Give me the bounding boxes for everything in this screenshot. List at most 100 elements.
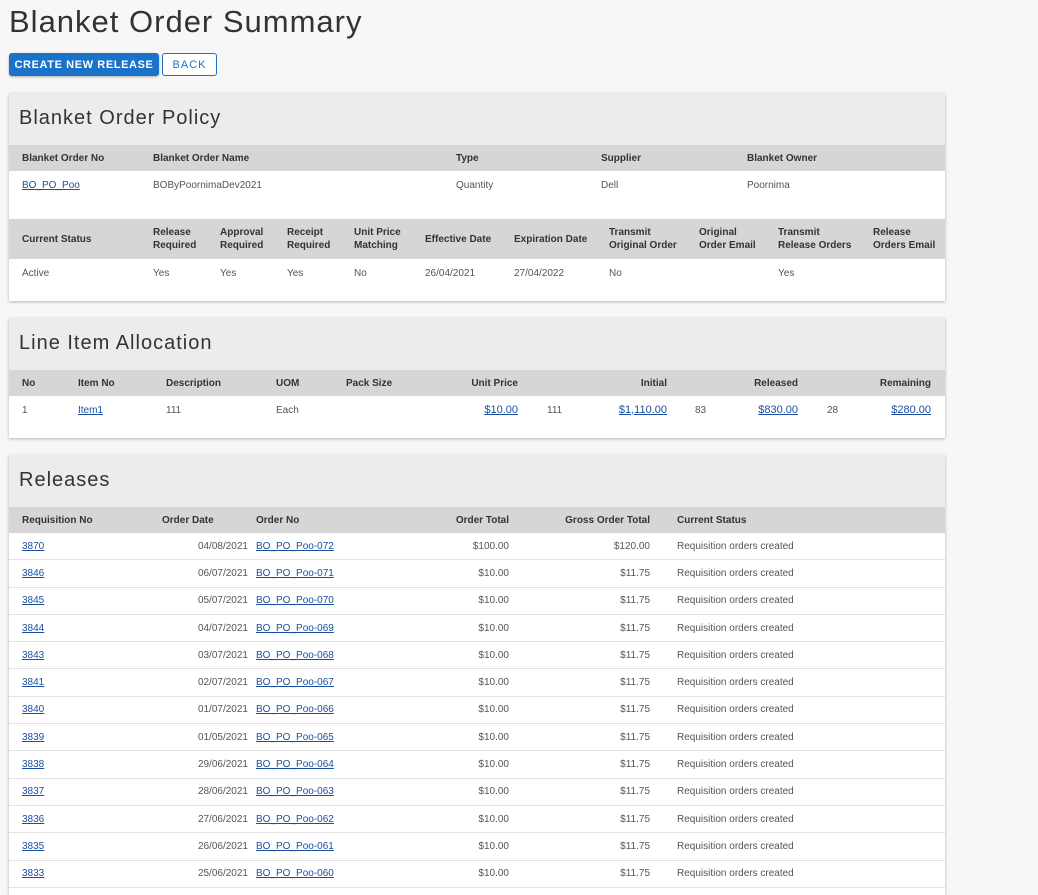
current-status: Requisition orders created xyxy=(677,704,794,716)
order-no-link[interactable]: BO_PO_Poo-072 xyxy=(254,540,336,553)
col-gross-order-total: Gross Order Total xyxy=(565,514,650,526)
col-pack-size: Pack Size xyxy=(346,377,393,389)
table-row: 3844 04/07/2021 BO_PO_Poo-069 $10.00 $11.75 R… xyxy=(9,615,945,643)
released-amount-link[interactable]: $830.00 xyxy=(756,404,800,417)
released-qty: 83 xyxy=(695,404,707,416)
description-value: 111 xyxy=(166,404,182,416)
order-no-link[interactable]: BO_PO_Poo-070 xyxy=(254,594,336,607)
order-total: $10.00 xyxy=(478,731,509,743)
requisition-no-link[interactable]: 3840 xyxy=(20,703,46,716)
gross-order-total: $11.75 xyxy=(620,759,650,771)
item-no-link[interactable]: Item1 xyxy=(76,404,105,417)
gross-order-total: $11.75 xyxy=(620,731,650,743)
col-unit-price-matching: Unit Price Matching xyxy=(352,226,403,252)
gross-order-total: $11.75 xyxy=(620,704,650,716)
page-title: Blanket Order Summary xyxy=(9,4,363,39)
order-no-link[interactable]: BO_PO_Poo-066 xyxy=(254,703,336,716)
col-transmit-original-l1: Transmit xyxy=(609,227,651,238)
col-approval-required-l1: Approval xyxy=(220,227,264,238)
col-type: Type xyxy=(456,152,479,164)
col-order-no: Order No xyxy=(256,514,300,526)
gross-order-total: $11.75 xyxy=(620,649,650,661)
gross-order-total: $11.75 xyxy=(620,595,650,607)
table-row: 3841 02/07/2021 BO_PO_Poo-067 $10.00 $11.75 R… xyxy=(9,669,945,697)
order-no-link[interactable]: BO_PO_Poo-063 xyxy=(254,785,336,798)
line-no: 1 xyxy=(22,404,28,416)
col-current-status: Current Status xyxy=(22,233,92,245)
order-date: 28/06/2021 xyxy=(197,786,248,798)
requisition-no-link[interactable]: 3833 xyxy=(20,867,46,880)
releases-table-body: 3870 04/08/2021 BO_PO_Poo-072 $100.00 $120.0… xyxy=(9,533,945,888)
order-total: $10.00 xyxy=(478,622,509,634)
supplier-value: Dell xyxy=(601,180,619,191)
transmit-release-value: Yes xyxy=(778,267,795,279)
col-blanket-owner: Blanket Owner xyxy=(747,152,818,164)
effective-date-value: 26/04/2021 xyxy=(425,267,476,279)
col-blanket-order-no: Blanket Order No xyxy=(22,152,105,164)
requisition-no-link[interactable]: 3845 xyxy=(20,594,46,607)
release-required-value: Yes xyxy=(153,267,170,279)
gross-order-total: $11.75 xyxy=(620,868,650,880)
approval-required-value: Yes xyxy=(220,267,237,279)
gross-order-total: $11.75 xyxy=(620,813,650,825)
current-status: Requisition orders created xyxy=(677,622,794,634)
order-no-link[interactable]: BO_PO_Poo-067 xyxy=(254,676,336,689)
order-no-link[interactable]: BO_PO_Poo-065 xyxy=(254,731,336,744)
create-new-release-button[interactable]: CREATE NEW RELEASE xyxy=(9,53,159,76)
order-total: $10.00 xyxy=(478,704,509,716)
initial-amount-link[interactable]: $1,110.00 xyxy=(617,404,669,417)
requisition-no-link[interactable]: 3837 xyxy=(20,785,46,798)
requisition-no-link[interactable]: 3870 xyxy=(20,540,46,553)
gross-order-total: $11.75 xyxy=(620,840,650,852)
order-no-link[interactable]: BO_PO_Poo-071 xyxy=(254,567,336,580)
order-date: 06/07/2021 xyxy=(197,567,248,579)
col-effective-date: Effective Date xyxy=(425,233,492,245)
requisition-no-link[interactable]: 3838 xyxy=(20,758,46,771)
order-date: 05/07/2021 xyxy=(197,595,248,607)
current-status: Requisition orders created xyxy=(677,840,794,852)
order-no-link[interactable]: BO_PO_Poo-064 xyxy=(254,758,336,771)
order-no-link[interactable]: BO_PO_Poo-062 xyxy=(254,813,336,826)
blanket-order-no-link[interactable]: BO_PO_Poo xyxy=(20,179,82,192)
order-date: 26/06/2021 xyxy=(197,840,248,852)
col-release-required: Release Required xyxy=(151,226,198,252)
unit-price-link[interactable]: $10.00 xyxy=(482,404,520,417)
gross-order-total: $11.75 xyxy=(620,567,650,579)
order-no-link[interactable]: BO_PO_Poo-060 xyxy=(254,867,336,880)
requisition-no-link[interactable]: 3835 xyxy=(20,840,46,853)
requisition-no-link[interactable]: 3843 xyxy=(20,649,46,662)
gross-order-total: $11.75 xyxy=(620,622,650,634)
current-status: Requisition orders created xyxy=(677,813,794,825)
releases-header-row: Requisition No Order Date Order No Order… xyxy=(9,507,945,533)
col-release-email: Release Orders Email xyxy=(871,226,937,252)
allocation-heading: Line Item Allocation xyxy=(9,318,945,370)
remaining-amount-link[interactable]: $280.00 xyxy=(889,404,933,417)
order-total: $10.00 xyxy=(478,868,509,880)
order-no-link[interactable]: BO_PO_Poo-068 xyxy=(254,649,336,662)
policy-header-row-1: Blanket Order No Blanket Order Name Type… xyxy=(9,145,945,171)
requisition-no-link[interactable]: 3836 xyxy=(20,813,46,826)
col-release-required-l1: Release xyxy=(153,227,191,238)
allocation-row: 1 Item1 111 Each $10.00 111 $1,110.00 83… xyxy=(9,396,945,424)
col-transmit-release-l1: Transmit xyxy=(778,227,820,238)
table-row: 3833 25/06/2021 BO_PO_Poo-060 $10.00 $11.75 R… xyxy=(9,861,945,888)
back-button[interactable]: BACK xyxy=(162,53,217,76)
requisition-no-link[interactable]: 3841 xyxy=(20,676,46,689)
order-date: 29/06/2021 xyxy=(197,759,248,771)
order-total: $10.00 xyxy=(478,759,509,771)
order-total: $10.00 xyxy=(478,813,509,825)
order-no-link[interactable]: BO_PO_Poo-069 xyxy=(254,622,336,635)
requisition-no-link[interactable]: 3844 xyxy=(20,622,46,635)
requisition-no-link[interactable]: 3839 xyxy=(20,731,46,744)
policy-header-row-2: Current Status Release Required Approval R… xyxy=(9,219,945,259)
order-total: $10.00 xyxy=(478,786,509,798)
owner-value: Poornima xyxy=(747,180,790,191)
current-status: Requisition orders created xyxy=(677,759,794,771)
policy-card: Blanket Order Policy Blanket Order No Bl… xyxy=(9,93,945,301)
order-no-link[interactable]: BO_PO_Poo-061 xyxy=(254,840,336,853)
allocation-card: Line Item Allocation No Item No Descript… xyxy=(9,318,945,438)
gross-order-total: $120.00 xyxy=(613,540,650,552)
gross-order-total: $11.75 xyxy=(620,786,650,798)
col-uom: UOM xyxy=(276,377,300,389)
requisition-no-link[interactable]: 3846 xyxy=(20,567,46,580)
